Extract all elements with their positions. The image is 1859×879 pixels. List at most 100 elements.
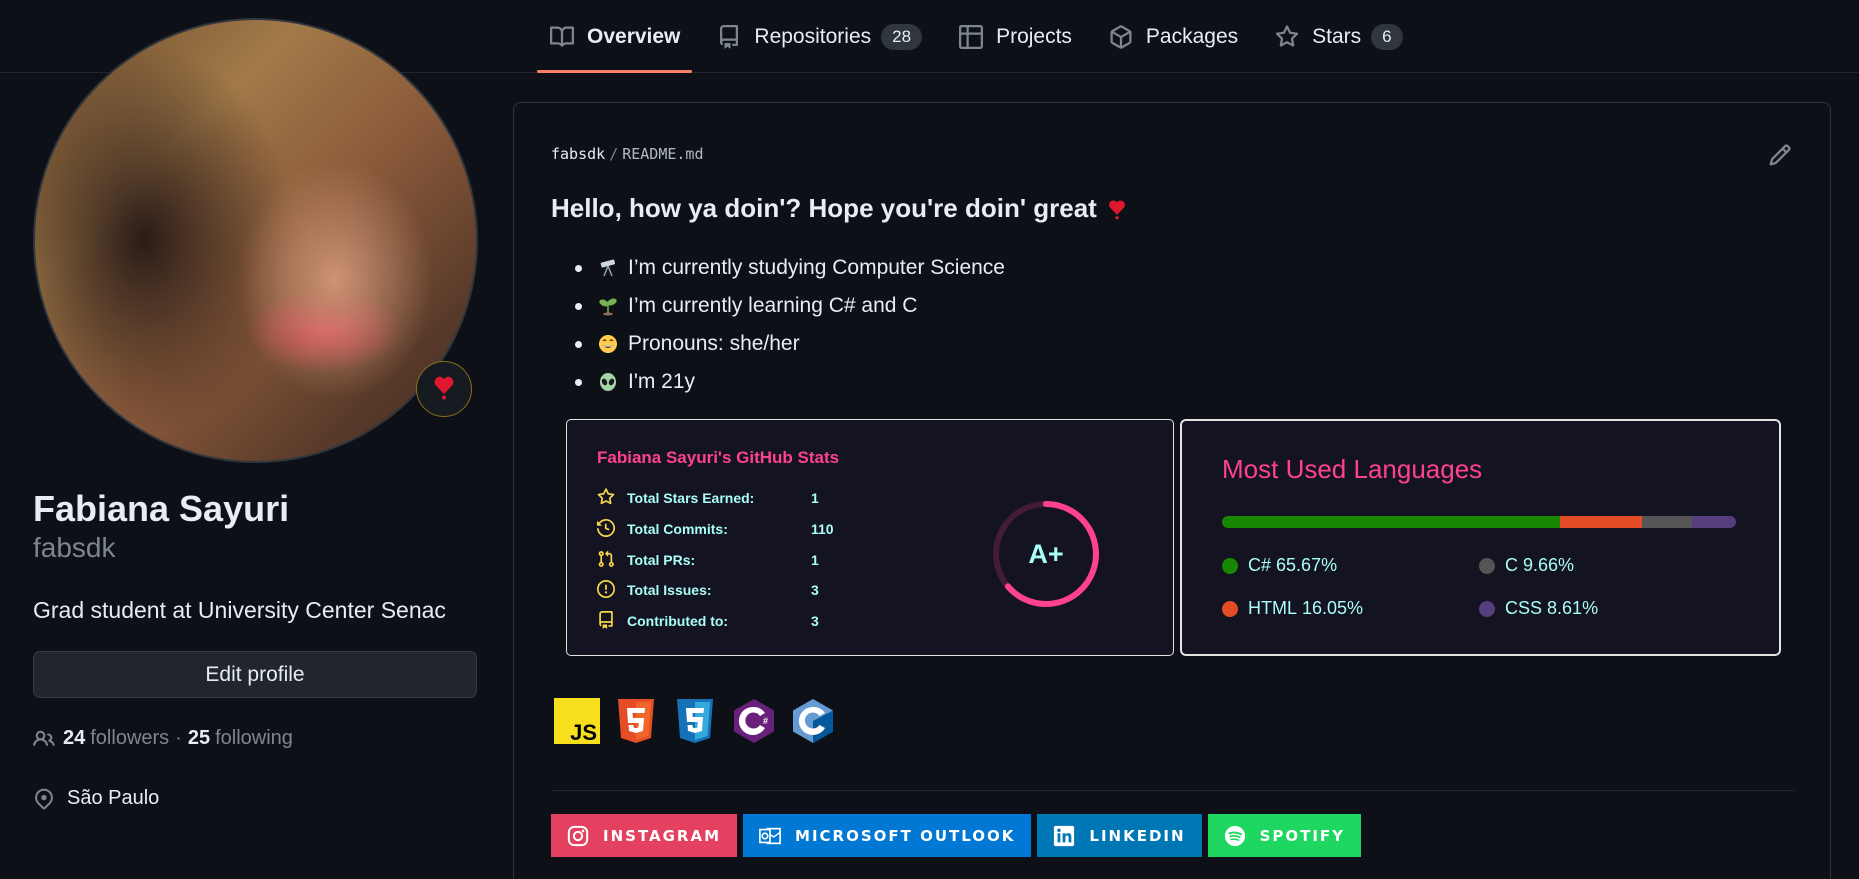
followers-link[interactable]: 24 followers [63, 727, 169, 750]
edit-readme-button[interactable] [1768, 143, 1796, 171]
list-item: Pronouns: she/her [551, 325, 1005, 363]
stat-commits: Total Commits: 110 [597, 519, 834, 539]
stat-value: 3 [811, 582, 819, 598]
star-icon [597, 488, 617, 508]
outlook-icon [759, 825, 781, 847]
divider [551, 790, 1795, 791]
edit-profile-button[interactable]: Edit profile [33, 651, 477, 698]
tab-label: Repositories [754, 24, 872, 48]
outlook-badge[interactable]: MICROSOFT OUTLOOK [743, 814, 1032, 857]
tab-packages[interactable]: Packages [1096, 0, 1250, 73]
lang-dot [1479, 557, 1495, 574]
readme-box: fabsdk / README.md Hello, how ya doin'? Ho… [513, 102, 1831, 879]
badge-label: INSTAGRAM [603, 826, 722, 845]
readme-heading: Hello, how ya doin'? Hope you're doin' g… [551, 193, 1127, 224]
stats-title: Fabiana Sayuri's GitHub Stats [597, 448, 840, 467]
stat-value: 110 [811, 521, 834, 537]
lang-dot [1222, 600, 1238, 617]
badge-label: LINKEDIN [1089, 826, 1186, 845]
alien-icon [596, 370, 620, 394]
star-icon [1274, 24, 1300, 50]
tab-label: Projects [996, 24, 1072, 48]
linkedin-icon [1053, 825, 1075, 847]
stat-issues: Total Issues: 3 [597, 580, 819, 600]
html5-icon [613, 698, 659, 744]
following-link[interactable]: 25 following [188, 727, 293, 750]
list-item: I’m currently studying Computer Science [551, 249, 1005, 287]
follow-separator: · [175, 727, 182, 749]
tab-overview[interactable]: Overview [537, 0, 693, 73]
tab-label: Overview [587, 24, 681, 48]
stat-label: Total PRs: [627, 552, 696, 568]
lang-bar-segment-c [1642, 516, 1692, 528]
stat-prs: Total PRs: 1 [597, 550, 819, 570]
stat-label: Total Stars Earned: [627, 490, 755, 506]
tab-label: Packages [1145, 24, 1239, 48]
stat-contributed: Contributed to: 3 [597, 611, 819, 631]
heart-icon [1107, 197, 1127, 221]
lang-item-html: HTML 16.05% [1222, 598, 1363, 619]
grin-icon [596, 332, 620, 356]
svg-text:#: # [763, 716, 768, 726]
pull-request-icon [597, 550, 617, 570]
tab-repositories[interactable]: Repositories 28 [704, 0, 934, 73]
telescope-icon [596, 256, 620, 280]
c-icon [790, 698, 836, 744]
lang-item-c: C 9.66% [1479, 555, 1574, 576]
issue-icon [597, 580, 617, 600]
spotify-icon [1224, 825, 1246, 847]
js-icon-text: JS [570, 720, 597, 744]
badge-label: SPOTIFY [1259, 826, 1346, 845]
status-button[interactable] [416, 361, 472, 417]
follow-stats: 24 followers · 25 following [33, 727, 293, 750]
book-icon [549, 24, 575, 50]
package-icon [1108, 24, 1134, 50]
languages-bar [1222, 516, 1736, 528]
lang-dot [1222, 557, 1238, 574]
languages-title: Most Used Languages [1222, 454, 1483, 484]
repo-icon [597, 611, 617, 631]
languages-card[interactable]: Most Used Languages C# 65.67% HTML 16.05… [1180, 419, 1781, 656]
profile-name: Fabiana Sayuri [33, 488, 290, 529]
csharp-icon: # [731, 698, 777, 744]
github-stats-card[interactable]: Fabiana Sayuri's GitHub Stats Total Star… [566, 419, 1174, 656]
stat-stars: Total Stars Earned: 1 [597, 488, 819, 508]
lang-bar-segment-css [1691, 516, 1736, 528]
tech-icons-row: JS # [554, 698, 849, 744]
profile-login: fabsdk [33, 532, 116, 563]
js-icon: JS [554, 698, 600, 744]
profile-bio: Grad student at University Center Senac [33, 597, 446, 623]
stat-value: 1 [811, 490, 819, 506]
instagram-badge[interactable]: INSTAGRAM [551, 814, 738, 857]
location-icon [33, 788, 55, 810]
list-item: I'm 21y [551, 363, 1005, 401]
table-icon [958, 24, 984, 50]
tab-label: Stars [1312, 24, 1362, 48]
history-icon [597, 519, 617, 539]
profile-location: São Paulo [33, 787, 159, 810]
linkedin-badge[interactable]: LINKEDIN [1037, 814, 1202, 857]
avatar[interactable] [33, 18, 478, 463]
stat-value: 1 [811, 552, 819, 568]
breadcrumb-separator: / [609, 145, 619, 163]
readme-owner-link[interactable]: fabsdk [551, 145, 605, 163]
list-item: I’m currently learning C# and C [551, 287, 1005, 325]
readme-breadcrumb: fabsdk / README.md [551, 145, 704, 163]
spotify-badge[interactable]: SPOTIFY [1207, 814, 1362, 857]
tab-stars[interactable]: Stars 6 [1262, 0, 1414, 73]
badge-label: MICROSOFT OUTLOOK [795, 826, 1016, 845]
stars-count-badge: 6 [1371, 23, 1403, 50]
repo-count-badge: 28 [881, 23, 923, 50]
people-icon [33, 728, 55, 750]
readme-bullet-list: I’m currently studying Computer Science … [551, 249, 1005, 401]
stat-label: Total Commits: [627, 521, 728, 537]
stat-label: Contributed to: [627, 613, 729, 629]
stat-value: 3 [811, 613, 819, 629]
lang-bar-segment-html [1559, 516, 1643, 528]
tab-projects[interactable]: Projects [946, 0, 1084, 73]
lang-item-csharp: C# 65.67% [1222, 555, 1337, 576]
stat-label: Total Issues: [627, 582, 712, 598]
readme-file-link[interactable]: README.md [622, 145, 703, 163]
instagram-icon [567, 825, 589, 847]
repo-icon [716, 24, 742, 50]
